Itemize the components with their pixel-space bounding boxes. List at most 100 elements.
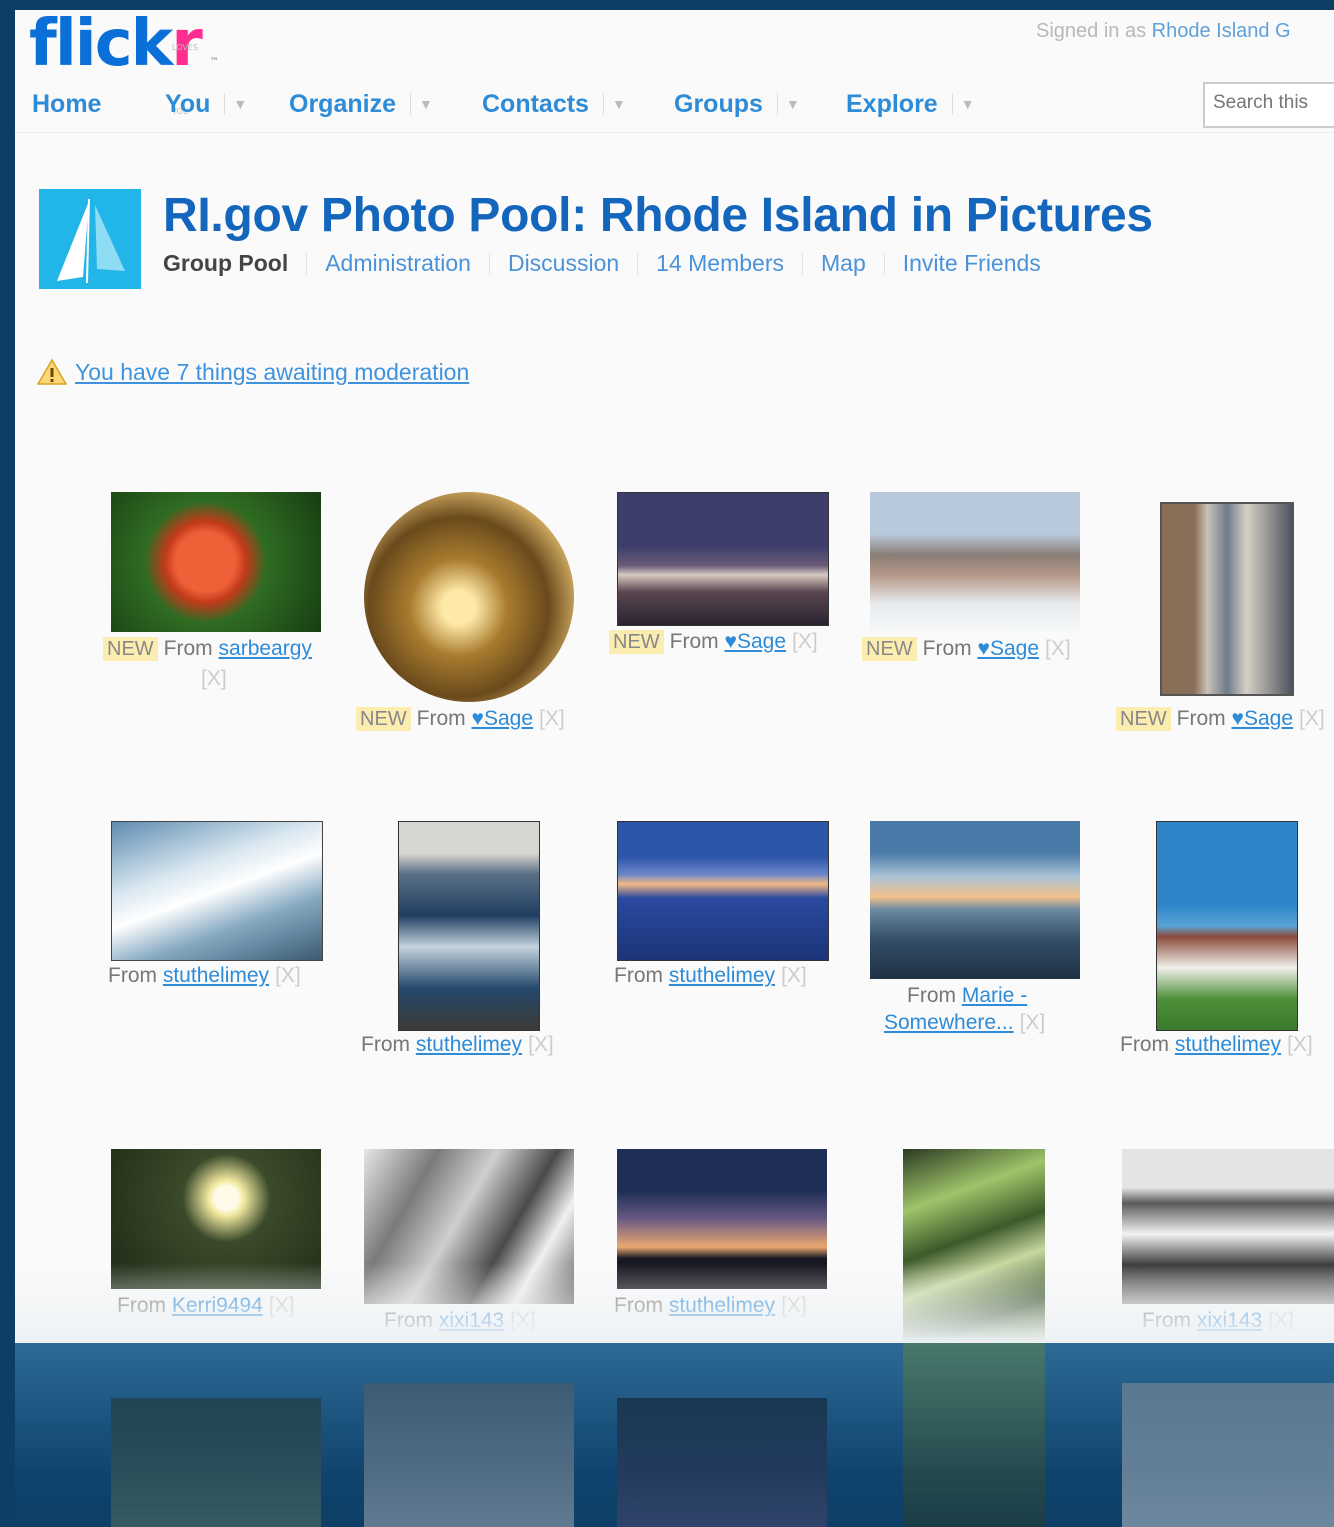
from-label: From: [614, 1294, 663, 1317]
photo-owner-link[interactable]: Somewhere...: [884, 1011, 1014, 1034]
remove-photo-link[interactable]: [X]: [792, 630, 818, 653]
nav-groups[interactable]: Groups ▼: [674, 88, 800, 120]
nav-groups-label: Groups: [674, 89, 763, 118]
from-label: From: [1176, 707, 1226, 730]
photo-owner-link[interactable]: xixi143: [439, 1309, 504, 1332]
photo-owner-link[interactable]: Kerri9494: [172, 1294, 263, 1317]
tab-administration[interactable]: Administration: [325, 250, 471, 277]
photo-caption: From xixi143 [X]: [384, 1308, 536, 1334]
photo-owner-link[interactable]: ♥Sage: [725, 630, 787, 653]
page-reflection: [15, 1343, 1334, 1527]
new-badge: NEW: [103, 637, 158, 661]
remove-photo-link[interactable]: [X]: [781, 1294, 807, 1317]
logo-trademark: ™: [209, 57, 219, 67]
tab-map[interactable]: Map: [821, 250, 866, 277]
photo-owner-link[interactable]: sarbeargy: [219, 637, 312, 660]
group-buddy-icon[interactable]: [39, 189, 141, 289]
search-input[interactable]: [1205, 84, 1334, 122]
photo-thumbnail[interactable]: [364, 492, 574, 702]
sailboat-icon: [39, 189, 141, 289]
from-label: From: [922, 637, 972, 660]
nav-organize[interactable]: Organize ▼: [289, 88, 433, 120]
remove-photo-link[interactable]: [X]: [781, 964, 807, 987]
nav-you[interactable]: You ▼: [165, 88, 247, 120]
photo-caption: NEW From sarbeargy: [103, 636, 312, 662]
remove-photo-link[interactable]: [X]: [1287, 1033, 1313, 1056]
nav-divider: [602, 93, 604, 115]
signed-in-user-link[interactable]: Rhode Island G: [1152, 20, 1291, 42]
new-badge: NEW: [1116, 707, 1171, 731]
from-label: From: [117, 1294, 166, 1317]
photo-owner-link[interactable]: xixi143: [1197, 1309, 1262, 1332]
chevron-down-icon[interactable]: ▼: [612, 96, 626, 112]
warning-icon: [37, 358, 67, 385]
reflection-photo: [111, 1398, 321, 1527]
tab-members[interactable]: 14 Members: [656, 250, 784, 277]
nav-organize-label: Organize: [289, 89, 396, 118]
new-badge: NEW: [862, 637, 917, 661]
nav-explore[interactable]: Explore ▼: [846, 88, 975, 120]
tab-discussion[interactable]: Discussion: [508, 250, 619, 277]
remove-photo-link[interactable]: [X]: [1299, 707, 1325, 730]
chevron-down-icon[interactable]: ▼: [419, 96, 433, 112]
photo-thumbnail[interactable]: [1122, 1149, 1334, 1304]
chevron-down-icon[interactable]: ▼: [233, 96, 247, 112]
nav-contacts[interactable]: Contacts ▼: [482, 88, 626, 120]
nav-home-label: Home: [32, 89, 102, 118]
from-label: From: [1120, 1033, 1169, 1056]
remove-photo-link[interactable]: [X]: [275, 964, 301, 987]
photo-thumbnail[interactable]: [870, 821, 1080, 979]
chevron-down-icon[interactable]: ▼: [961, 96, 975, 112]
nav-divider: [951, 93, 953, 115]
photo-thumbnail[interactable]: [111, 1149, 321, 1289]
chevron-down-icon[interactable]: ▼: [786, 96, 800, 112]
photo-thumbnail[interactable]: [617, 1149, 827, 1289]
photo-thumbnail[interactable]: [111, 821, 323, 961]
photo-thumbnail[interactable]: [1160, 502, 1294, 696]
photo-thumbnail[interactable]: [617, 821, 829, 961]
remove-photo-link[interactable]: [X]: [201, 667, 227, 690]
photo-owner-link[interactable]: stuthelimey: [1175, 1033, 1281, 1056]
nav-divider: [224, 93, 226, 115]
photo-owner-link[interactable]: Marie -: [962, 984, 1027, 1007]
photo-caption-line2: [X]: [201, 666, 227, 692]
photo-owner-link[interactable]: stuthelimey: [669, 964, 775, 987]
remove-photo-link[interactable]: [X]: [539, 707, 565, 730]
photo-thumbnail[interactable]: [617, 492, 829, 626]
photo-thumbnail[interactable]: [398, 821, 540, 1031]
photo-caption: From Marie -: [907, 983, 1027, 1009]
new-badge: NEW: [356, 707, 411, 731]
moderation-link[interactable]: You have 7 things awaiting moderation: [75, 359, 469, 386]
photo-owner-link[interactable]: stuthelimey: [416, 1033, 522, 1056]
photo-owner-link[interactable]: ♥Sage: [472, 707, 534, 730]
reflection-photo: [364, 1383, 574, 1527]
nav-divider: [409, 93, 411, 115]
remove-photo-link[interactable]: [X]: [528, 1033, 554, 1056]
new-badge: NEW: [609, 630, 664, 654]
flickr-logo[interactable]: flickr ™ LOVES YOU: [29, 12, 219, 116]
tab-invite-friends[interactable]: Invite Friends: [903, 250, 1041, 277]
from-label: From: [1142, 1309, 1191, 1332]
remove-photo-link[interactable]: [X]: [1020, 1011, 1046, 1034]
photo-thumbnail[interactable]: [364, 1149, 574, 1304]
photo-owner-link[interactable]: ♥Sage: [1232, 707, 1294, 730]
from-label: From: [614, 964, 663, 987]
remove-photo-link[interactable]: [X]: [1045, 637, 1071, 660]
photo-caption: From stuthelimey [X]: [614, 963, 807, 989]
photo-thumbnail[interactable]: [903, 1149, 1045, 1343]
nav-home[interactable]: Home: [32, 88, 101, 120]
reflection-photo: [617, 1398, 827, 1527]
remove-photo-link[interactable]: [X]: [1268, 1309, 1294, 1332]
photo-thumbnail[interactable]: [1156, 821, 1298, 1031]
photo-owner-link[interactable]: stuthelimey: [669, 1294, 775, 1317]
photo-thumbnail[interactable]: [870, 492, 1080, 632]
reflection-photo: [1122, 1383, 1334, 1527]
from-label: From: [416, 707, 466, 730]
photo-owner-link[interactable]: ♥Sage: [978, 637, 1040, 660]
photo-owner-link[interactable]: stuthelimey: [163, 964, 269, 987]
photo-thumbnail[interactable]: [111, 492, 321, 632]
nav-contacts-label: Contacts: [482, 89, 589, 118]
remove-photo-link[interactable]: [X]: [269, 1294, 295, 1317]
remove-photo-link[interactable]: [X]: [510, 1309, 536, 1332]
from-label: From: [907, 984, 956, 1007]
